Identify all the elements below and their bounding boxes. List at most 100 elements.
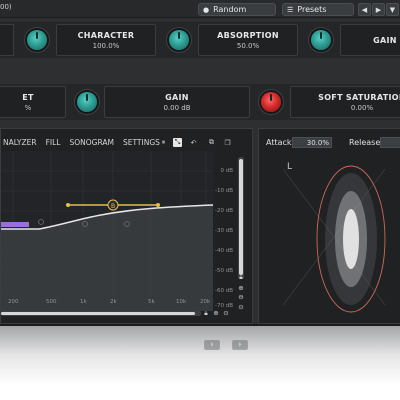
gain-knob-top[interactable] (311, 30, 331, 50)
lock-icon[interactable]: 🔒︎ (202, 309, 210, 317)
spectrum-graph[interactable]: B (1, 151, 213, 311)
presets-button[interactable]: ☰ Presets (282, 3, 354, 16)
gain-value: 0.00 dB (163, 103, 191, 112)
db-scale: 0 dB -10 dB -20 dB -30 dB -40 dB -50 dB … (207, 151, 235, 311)
triangle-left-icon: ◀ (361, 5, 368, 14)
attack-field[interactable]: 30.0% (292, 137, 332, 148)
left-channel-label: L (287, 162, 292, 172)
character-value: 100.0% (92, 41, 120, 50)
triangle-down-icon: ▼ (389, 5, 396, 14)
gain-knob[interactable] (77, 92, 97, 112)
partial-parameter-box (0, 24, 14, 56)
band-handle-left[interactable] (66, 203, 70, 207)
freq-tick: 1k (80, 299, 87, 305)
db-tick: 0 dB (220, 168, 233, 174)
plugin-window: 00) ● Random ☰ Presets ◀ ▶ ▼ CHARACTER 1… (0, 0, 400, 326)
collapse-icon[interactable]: ⤡ (173, 138, 182, 147)
attack-value: 30.0% (306, 138, 329, 147)
copy-icon[interactable]: ❐ (223, 138, 232, 147)
preset-menu-button[interactable]: ▼ (386, 3, 399, 16)
partial-value: % (24, 103, 32, 112)
parameter-row-1: CHARACTER 100.0% ABSORPTION 50.0% GAIN (0, 22, 400, 58)
analyzer-panel: NALYZER FILL SONOGRAM SETTINGS ⏸ ⤡ ↶ ⧉ ❐ (0, 128, 253, 324)
soft-saturation-param[interactable]: SOFT SATURATION 0.00% (290, 86, 400, 118)
freq-tick: 5k (148, 299, 155, 305)
parameter-row-2: ET % GAIN 0.00 dB SOFT SATURATION 0.00% (0, 84, 400, 120)
soft-saturation-label: SOFT SATURATION (318, 92, 400, 102)
absorption-label: ABSORPTION (217, 30, 279, 40)
analyzer-tabbar: NALYZER FILL SONOGRAM SETTINGS (3, 136, 169, 148)
pause-icon[interactable]: ⏸ (159, 138, 168, 147)
partial-label: ET (22, 92, 34, 102)
triangle-right-icon: ▶ (375, 5, 382, 14)
db-tick: -30 dB (215, 228, 233, 234)
soft-saturation-knob[interactable] (261, 92, 281, 112)
gain-knob-cell (300, 24, 342, 56)
goniometer: L (263, 153, 400, 321)
freq-scale: 200 500 1k 2k 5k 10k 20k (1, 299, 213, 308)
top-bar: 00) ● Random ☰ Presets ◀ ▶ ▼ (0, 0, 400, 18)
attack-label: Attack (266, 138, 292, 147)
next-preset-button[interactable]: ▶ (372, 3, 385, 16)
low-band-highlight (1, 222, 29, 227)
fit-icon[interactable]: ⊙ (222, 309, 230, 317)
db-tick: -20 dB (215, 208, 233, 214)
random-icon: ● (203, 5, 210, 14)
freq-tick: 2k (110, 299, 117, 305)
prev-preset-button[interactable]: ◀ (358, 3, 371, 16)
horizontal-scrollbar[interactable] (1, 311, 201, 316)
absorption-param[interactable]: ABSORPTION 50.0% (198, 24, 298, 56)
title-fragment: 00) (0, 3, 12, 11)
db-tick: -40 dB (215, 248, 233, 254)
gain-knob-cell-2 (66, 86, 108, 118)
band-marker-label: B (111, 203, 115, 210)
tab-settings[interactable]: SETTINGS (123, 138, 160, 147)
fit-icon[interactable]: ⊙ (237, 303, 245, 311)
release-field[interactable]: 3 (380, 137, 400, 148)
undo-icon[interactable]: ↶ (189, 138, 198, 147)
presets-label: Presets (297, 5, 327, 14)
vertical-scrollbar-thumb[interactable] (239, 159, 243, 275)
tab-analyzer[interactable]: NALYZER (3, 138, 37, 147)
db-tick: -10 dB (215, 188, 233, 194)
partial-param[interactable]: ET % (0, 86, 66, 118)
lock-icon[interactable]: 🔒︎ (237, 273, 245, 281)
tab-sonogram[interactable]: SONOGRAM (69, 138, 114, 147)
gain-label: GAIN (165, 92, 189, 102)
db-tick: -50 dB (215, 268, 233, 274)
character-label: CHARACTER (77, 30, 135, 40)
absorption-knob-cell (158, 24, 200, 56)
character-knob-cell (16, 24, 58, 56)
gain-param[interactable]: GAIN 0.00 dB (104, 86, 250, 118)
freq-tick: 10k (176, 299, 187, 305)
signal-core (343, 209, 359, 269)
zoom-out-icon[interactable]: ⊖ (237, 293, 245, 301)
vertical-scrollbar[interactable] (238, 157, 244, 279)
release-label: Release (349, 138, 381, 147)
reflection: ⏵ ⏵ (0, 326, 400, 400)
tab-fill[interactable]: FILL (46, 138, 61, 147)
soft-saturation-value: 0.00% (350, 103, 374, 112)
zoom-in-icon[interactable]: ⊕ (237, 284, 245, 292)
random-label: Random (213, 5, 247, 14)
link-icon[interactable]: ⧉ (207, 138, 216, 147)
freq-tick: 20k (200, 299, 211, 305)
band-handle-right[interactable] (156, 203, 160, 207)
zoom-in-icon[interactable]: ⊕ (212, 309, 220, 317)
absorption-knob[interactable] (169, 30, 189, 50)
horizontal-scrollbar-thumb[interactable] (1, 312, 195, 315)
presets-icon: ☰ (287, 5, 294, 14)
freq-tick: 200 (8, 299, 19, 305)
absorption-value: 50.0% (236, 41, 260, 50)
gain-param-top[interactable]: GAIN (340, 24, 400, 56)
character-param[interactable]: CHARACTER 100.0% (56, 24, 156, 56)
character-knob[interactable] (27, 30, 47, 50)
reflection-button: ⏵ (204, 340, 220, 350)
reflection-button: ⏵ (232, 340, 248, 350)
db-tick: -60 dB (215, 288, 233, 294)
saturation-knob-cell (250, 86, 292, 118)
random-button[interactable]: ● Random (198, 3, 276, 16)
freq-tick: 500 (46, 299, 57, 305)
stereo-panel: Attack 30.0% Release 3 L (258, 128, 400, 324)
gain-label-top: GAIN (373, 35, 397, 45)
